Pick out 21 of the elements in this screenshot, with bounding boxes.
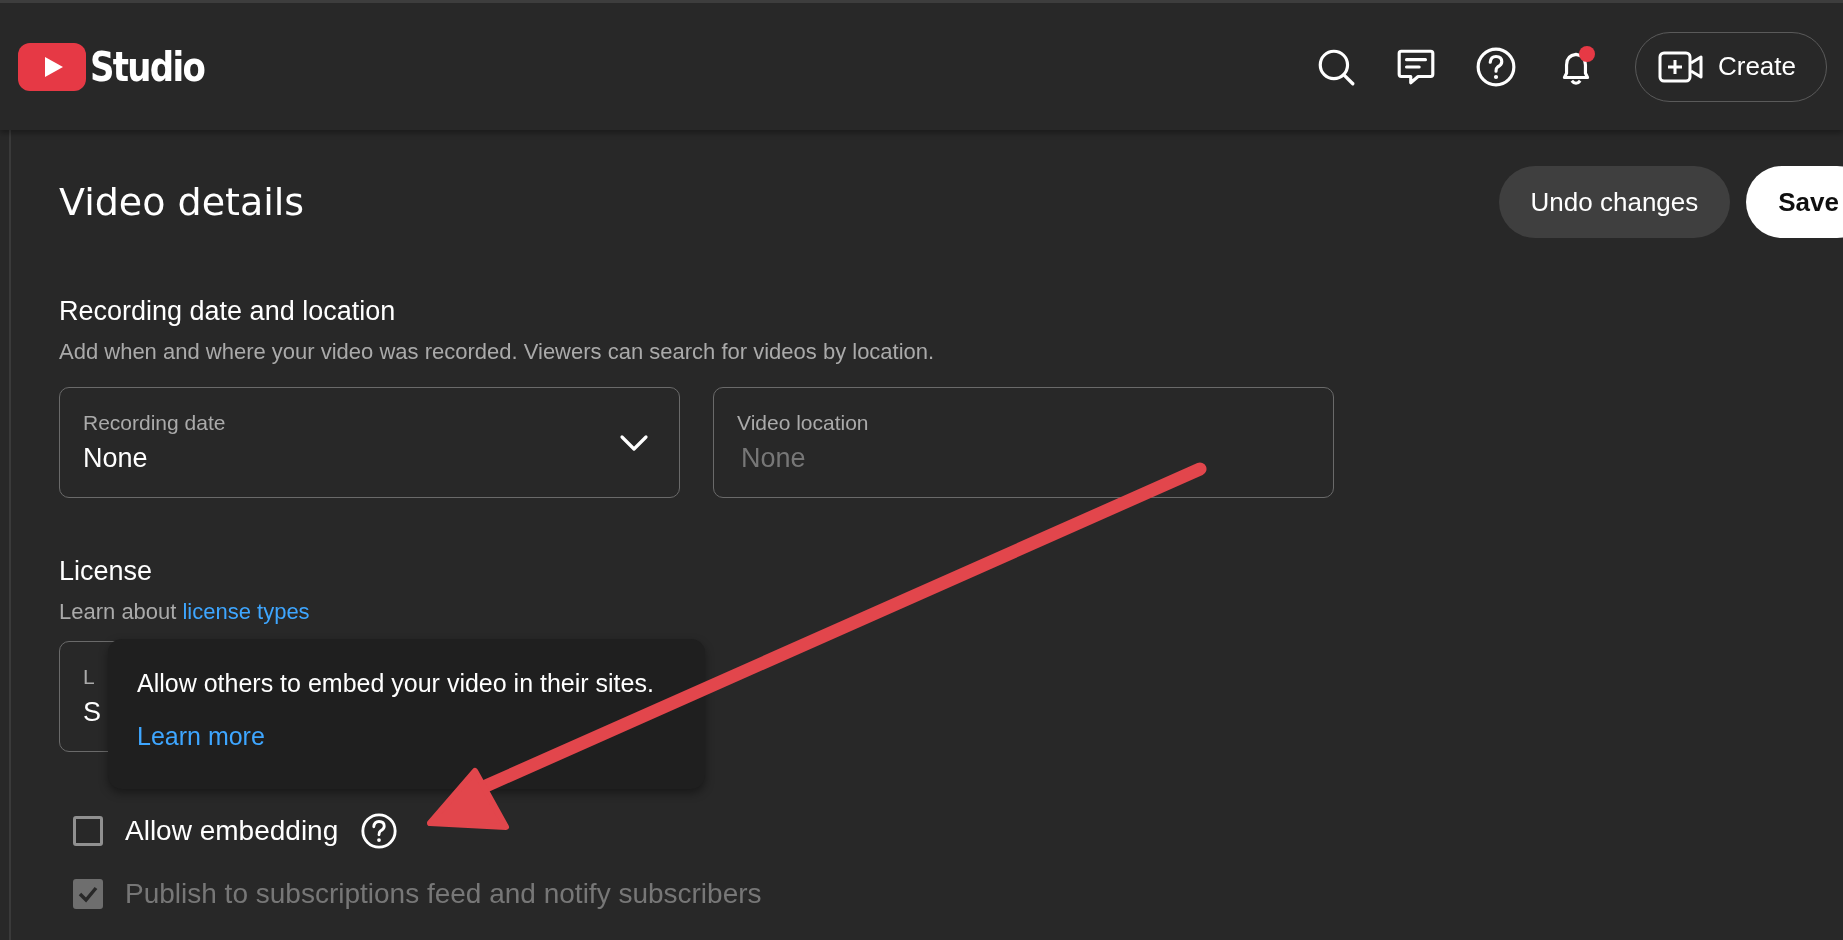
tooltip-text: Allow others to embed your video in their sites. <box>137 669 655 698</box>
help-icon[interactable] <box>1474 45 1517 88</box>
play-logo-icon <box>18 42 86 91</box>
checkbox-label: Allow embedding <box>125 815 339 847</box>
help-icon[interactable] <box>360 812 399 850</box>
chevron-down-icon <box>619 433 649 452</box>
license-types-link[interactable]: license types <box>182 599 310 625</box>
video-plus-icon <box>1657 50 1704 83</box>
logo-text: Studio <box>90 43 205 90</box>
section-description: Add when and where your video was recorded. Viewers can search for videos by location. <box>59 339 936 365</box>
action-button[interactable]: Save <box>1746 166 1843 238</box>
location-field[interactable]: Video location None <box>713 387 1334 498</box>
date-dropdown[interactable]: Recording date None <box>59 387 680 498</box>
section-title: Recording date and location <box>59 296 397 327</box>
page-title: Video details <box>59 180 305 224</box>
section-title: License <box>59 556 154 587</box>
action-button[interactable]: Undo changes <box>1498 166 1731 238</box>
section-description: Learn about <box>59 599 177 625</box>
learn-more-link[interactable]: Learn more <box>137 722 265 751</box>
checkbox[interactable] <box>73 816 103 846</box>
checkbox-label: Publish to subscriptions feed and notify subscribers <box>125 878 762 910</box>
